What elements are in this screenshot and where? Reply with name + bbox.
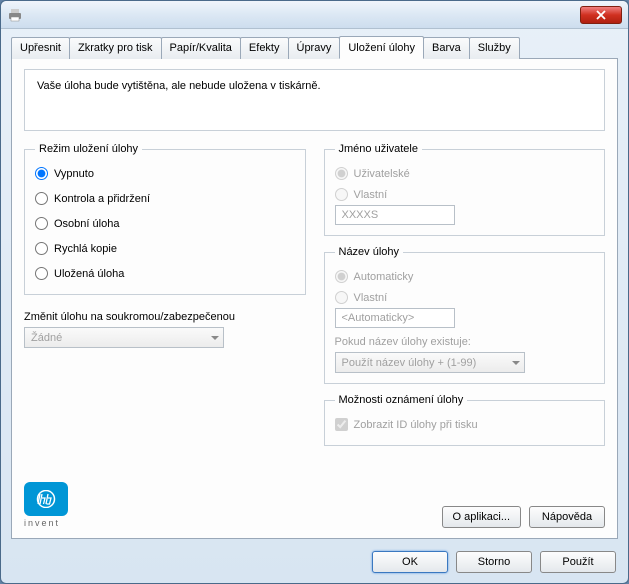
cancel-button[interactable]: Storno (456, 551, 532, 573)
printer-icon (7, 7, 23, 23)
job-name-option: Vlastní (335, 287, 595, 308)
storage-mode-label: Rychlá kopie (54, 243, 117, 255)
hp-logo-subtext: invent (24, 518, 68, 528)
job-name-radio (335, 291, 348, 304)
tab-strip: UpřesnitZkratky pro tiskPapír/KvalitaEfe… (11, 37, 618, 59)
info-text: Vaše úloha bude vytištěna, ale nebude ul… (37, 80, 321, 92)
job-exists-label: Pokud název úlohy existuje: (335, 336, 595, 348)
user-name-custom-input (335, 205, 455, 225)
close-button[interactable] (580, 6, 622, 24)
user-name-group: Jméno uživatele Uživatelské Vlastní (324, 143, 606, 236)
storage-mode-option[interactable]: Rychlá kopie (35, 238, 295, 259)
job-name-label: Vlastní (354, 292, 388, 304)
tab-pap-r-kvalita[interactable]: Papír/Kvalita (161, 37, 241, 59)
storage-mode-option[interactable]: Kontrola a přidržení (35, 188, 295, 209)
storage-mode-label: Osobní úloha (54, 218, 119, 230)
make-private-combo[interactable]: Žádné (24, 327, 224, 348)
tab-barva[interactable]: Barva (423, 37, 470, 59)
printer-properties-dialog: UpřesnitZkratky pro tiskPapír/KvalitaEfe… (0, 0, 629, 584)
job-name-legend: Název úlohy (335, 246, 404, 258)
storage-mode-option[interactable]: Osobní úloha (35, 213, 295, 234)
job-name-option: Automaticky (335, 266, 595, 287)
user-name-option: Vlastní (335, 184, 595, 205)
job-name-radio (335, 270, 348, 283)
show-id-label: Zobrazit ID úlohy při tisku (354, 419, 478, 431)
user-name-label: Vlastní (354, 189, 388, 201)
make-private-label: Změnit úlohu na soukromou/zabezpečenou (24, 311, 306, 323)
storage-mode-radio[interactable] (35, 267, 48, 280)
job-name-group: Název úlohy Automaticky Vlastní Pokud náz… (324, 246, 606, 384)
storage-mode-label: Uložená úloha (54, 268, 124, 280)
make-private-value: Žádné (31, 332, 62, 344)
user-name-option: Uživatelské (335, 163, 595, 184)
titlebar (1, 1, 628, 29)
show-id-checkbox (335, 418, 348, 431)
tab-ulo-en-lohy[interactable]: Uložení úlohy (339, 36, 424, 59)
user-name-legend: Jméno uživatele (335, 143, 423, 155)
storage-mode-label: Kontrola a přidržení (54, 193, 150, 205)
notification-legend: Možnosti oznámení úlohy (335, 394, 468, 406)
info-box: Vaše úloha bude vytištěna, ale nebude ul… (24, 69, 605, 131)
tab-zkratky-pro-tisk[interactable]: Zkratky pro tisk (69, 37, 162, 59)
storage-mode-group: Režim uložení úlohy Vypnuto Kontrola a př… (24, 143, 306, 295)
about-button[interactable]: O aplikaci... (442, 506, 521, 528)
storage-mode-radio[interactable] (35, 192, 48, 205)
chevron-down-icon (512, 361, 520, 365)
user-name-radio (335, 167, 348, 180)
storage-mode-label: Vypnuto (54, 168, 94, 180)
ok-button[interactable]: OK (372, 551, 448, 573)
tab-panel-job-storage: Vaše úloha bude vytištěna, ale nebude ul… (11, 58, 618, 539)
tab-slu-by[interactable]: Služby (469, 37, 520, 59)
chevron-down-icon (211, 336, 219, 340)
notification-group: Možnosti oznámení úlohy Zobrazit ID úloh… (324, 394, 606, 446)
dialog-button-row: OK Storno Použít (1, 543, 628, 583)
help-button[interactable]: Nápověda (529, 506, 605, 528)
storage-mode-radio[interactable] (35, 217, 48, 230)
job-name-label: Automaticky (354, 271, 414, 283)
storage-mode-option[interactable]: Uložená úloha (35, 263, 295, 284)
apply-button[interactable]: Použít (540, 551, 616, 573)
storage-mode-radio[interactable] (35, 167, 48, 180)
tab-up-esnit[interactable]: Upřesnit (11, 37, 70, 59)
job-name-custom-input (335, 308, 455, 328)
storage-mode-legend: Režim uložení úlohy (35, 143, 142, 155)
job-exists-value: Použít název úlohy + (1-99) (342, 357, 477, 369)
job-exists-combo: Použít název úlohy + (1-99) (335, 352, 525, 373)
hp-logo (24, 482, 68, 516)
user-name-label: Uživatelské (354, 168, 410, 180)
tab--pravy[interactable]: Úpravy (288, 37, 341, 59)
user-name-radio (335, 188, 348, 201)
tab-efekty[interactable]: Efekty (240, 37, 289, 59)
storage-mode-radio[interactable] (35, 242, 48, 255)
storage-mode-option[interactable]: Vypnuto (35, 163, 295, 184)
